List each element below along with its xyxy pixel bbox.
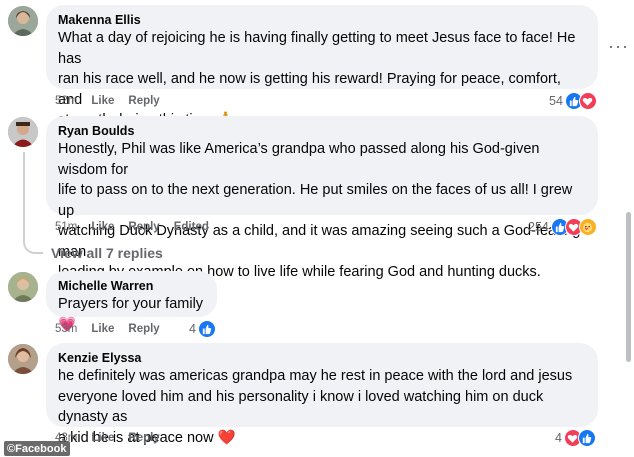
comment-author[interactable]: Michelle Warren [58,278,205,294]
avatar[interactable] [8,6,38,36]
reaction-summary[interactable]: 4 [189,320,216,338]
reaction-summary[interactable]: 4 [555,429,596,447]
reply-button[interactable]: Reply [128,95,159,107]
reaction-count: 254 [528,220,549,234]
love-icon [578,92,597,110]
reply-thread-line [23,152,25,244]
reaction-count: 54 [549,94,563,108]
comment-text-line: life to pass on to the next generation. … [58,182,573,219]
like-icon [197,320,216,338]
care-icon [578,218,597,236]
comment-actions: 43m Like Reply [55,430,160,446]
avatar[interactable] [8,344,38,374]
like-button[interactable]: Like [91,432,114,444]
comment-actions: 52m Like Reply [55,93,160,109]
comment-author[interactable]: Kenzie Elyssa [58,350,586,366]
like-button[interactable]: Like [91,323,114,335]
comment-actions: 51m Like Reply Edited [55,219,209,235]
edited-label[interactable]: Edited [174,221,209,233]
comment-bubble: Makenna Ellis What a day of rejoicing he… [46,5,598,128]
comment-timestamp[interactable]: 51m [55,221,77,233]
watermark-text: ©Facebook [7,442,67,455]
scrollbar-thumb[interactable] [626,212,631,362]
comment-text-line: everyone loved him and his personality i… [58,388,544,426]
reply-button[interactable]: Reply [128,432,159,444]
reply-thread-curve [23,236,43,254]
like-button[interactable]: Like [91,95,114,107]
comment-bubble: Ryan Boulds Honestly, Phil was like Amer… [46,116,598,280]
comment-bubble: Kenzie Elyssa he definitely was americas… [46,343,598,446]
comment-actions: 53m Like Reply [55,321,160,337]
reaction-count: 4 [555,431,562,445]
comment-author[interactable]: Ryan Boulds [58,123,586,139]
facebook-watermark: ©Facebook [4,441,71,456]
comment-text-line: he definitely was americas grandpa may h… [58,368,573,384]
like-button[interactable]: Like [91,221,114,233]
reaction-summary[interactable]: 54 [549,92,597,110]
comment-text-line: What a day of rejoicing he is having fin… [58,30,576,67]
like-icon [577,429,596,447]
reply-button[interactable]: Reply [128,221,159,233]
avatar[interactable] [8,272,38,302]
reaction-summary[interactable]: 254 [528,218,597,236]
view-all-replies-link[interactable]: View all 7 replies [51,245,163,261]
reaction-count: 4 [189,322,196,336]
more-options-icon[interactable]: ··· [608,36,629,57]
avatar[interactable] [8,117,38,147]
comment-bubble: Michelle Warren Prayers for your family💗 [46,271,217,333]
comment-timestamp[interactable]: 52m [55,95,77,107]
comment-author[interactable]: Makenna Ellis [58,12,586,28]
comment-text-line: Honestly, Phil was like America’s grandp… [58,141,540,178]
reply-button[interactable]: Reply [128,323,159,335]
comment-timestamp[interactable]: 53m [55,323,77,335]
